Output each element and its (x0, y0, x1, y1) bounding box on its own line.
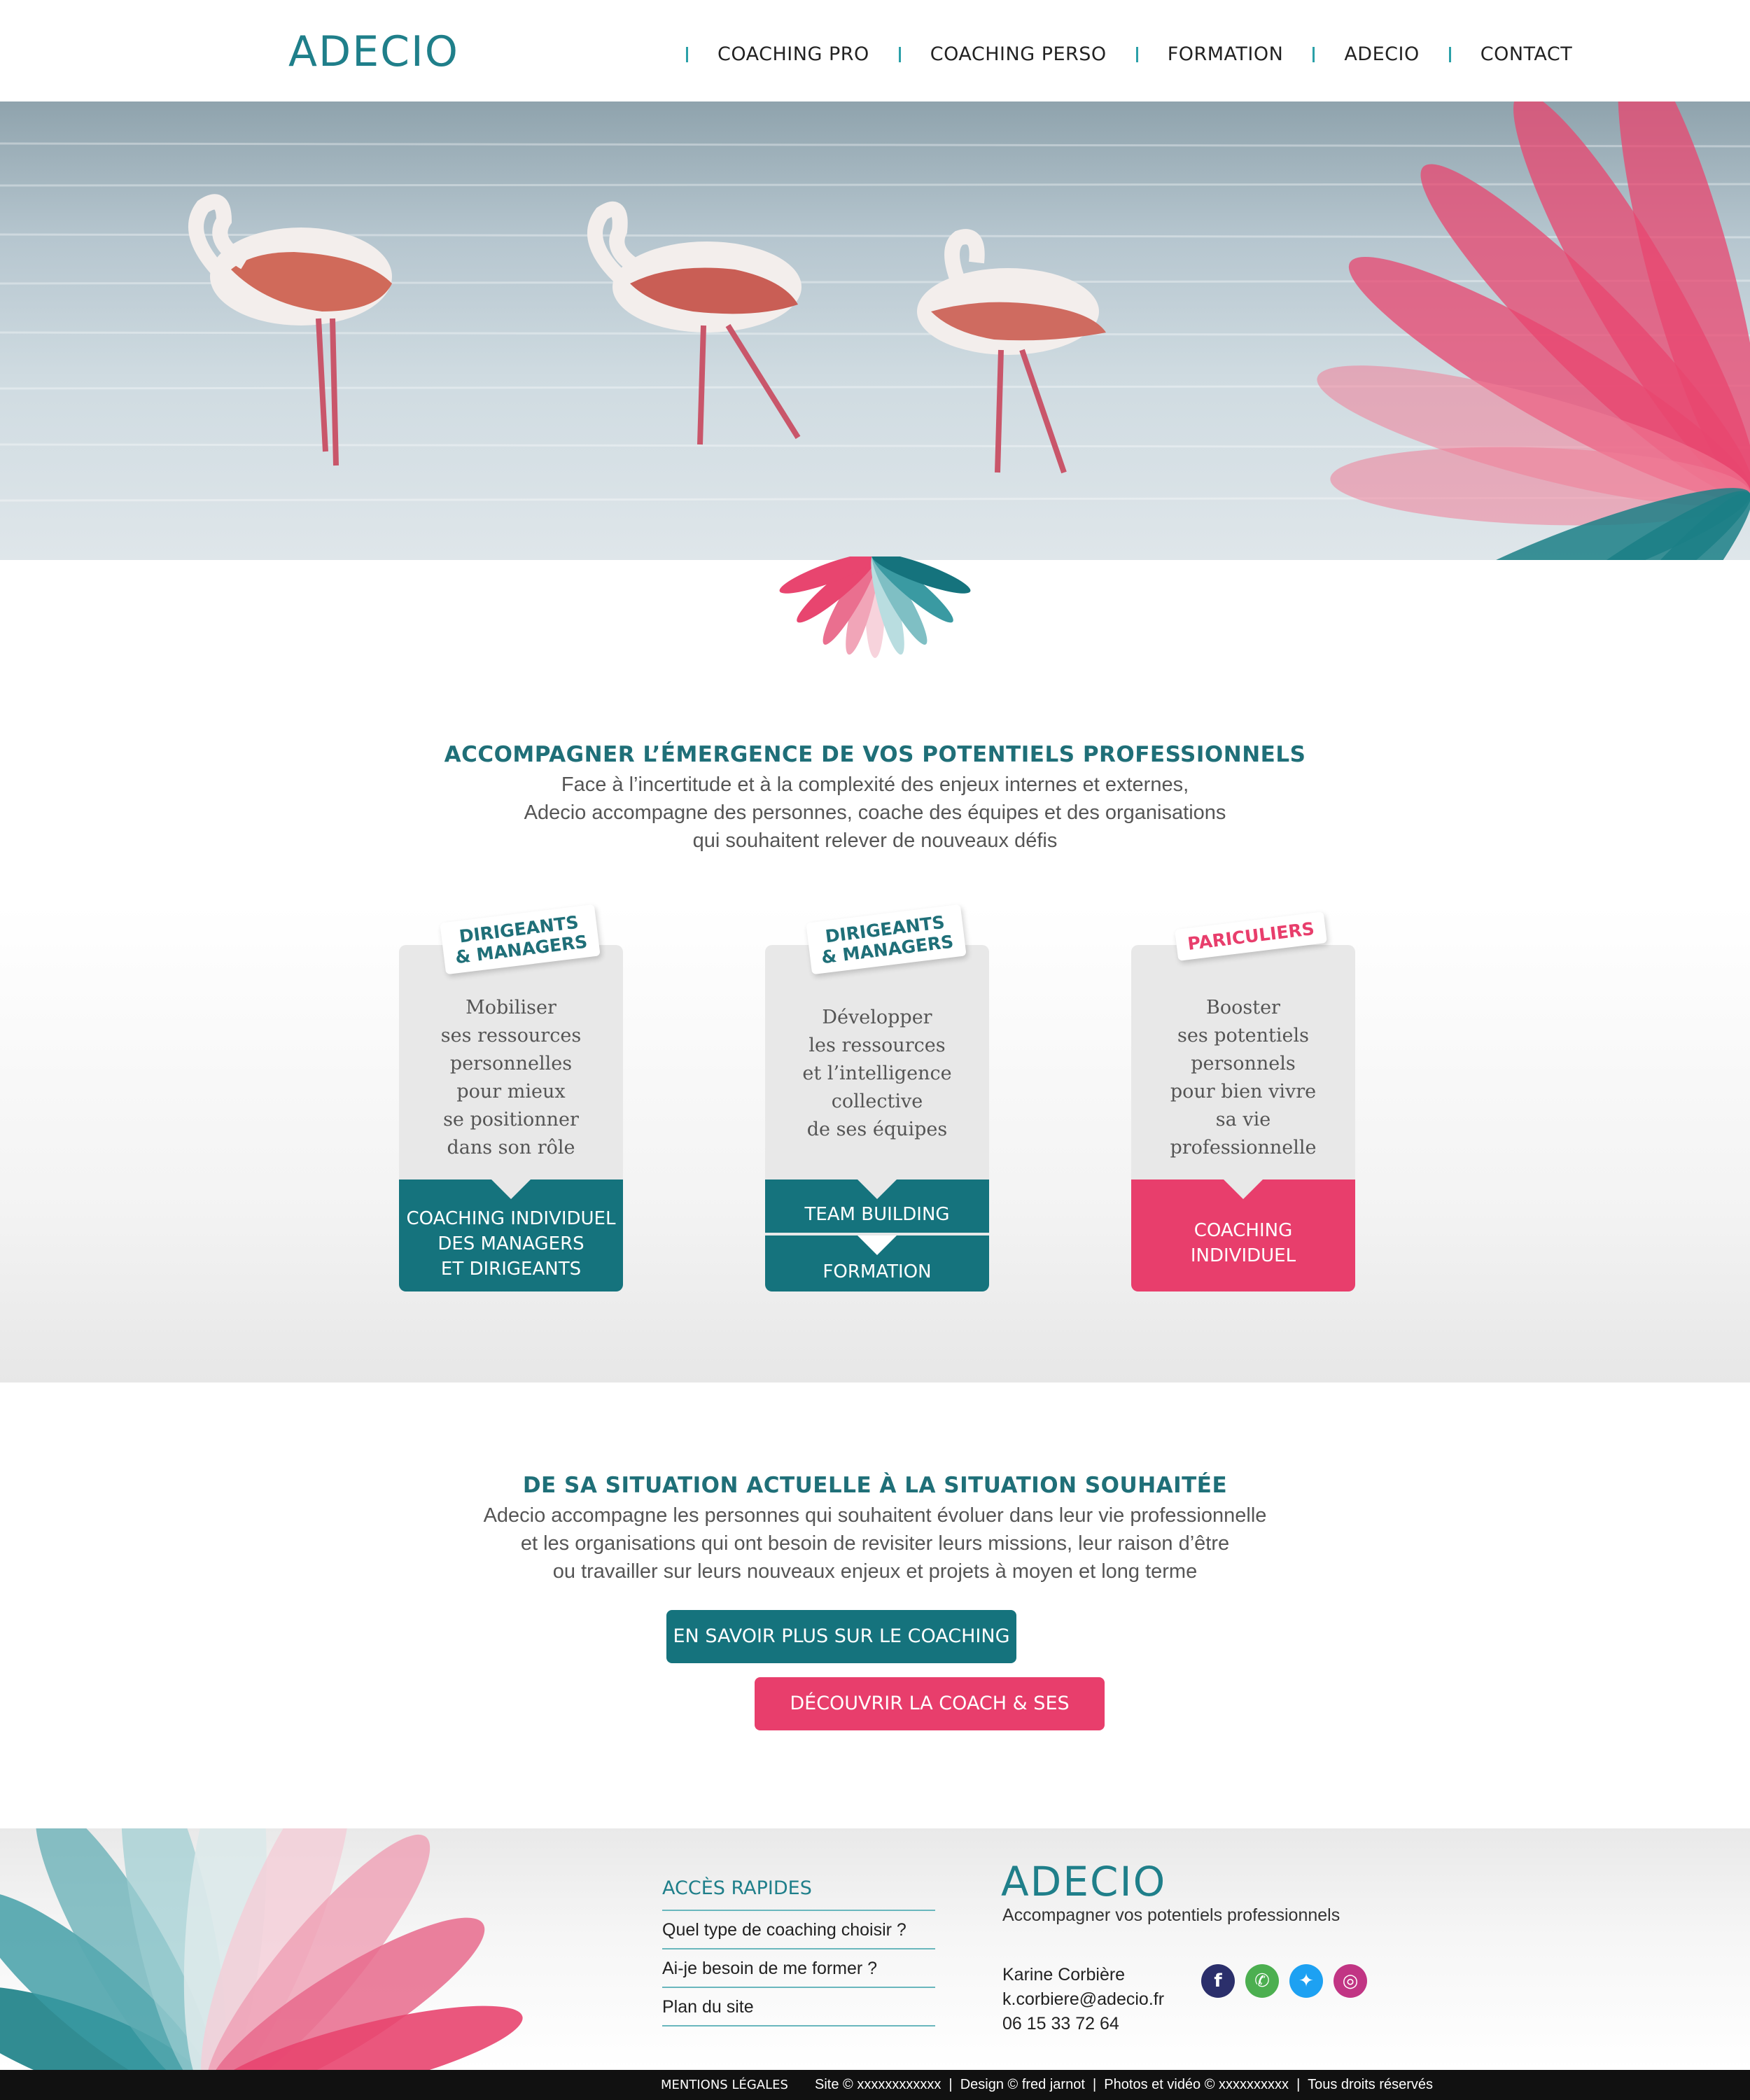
hero-image-flamingos (0, 102, 1750, 560)
nav-separator (1135, 46, 1138, 62)
nav-item-formation[interactable]: FORMATION (1107, 43, 1284, 65)
nav-label: COACHING PRO (718, 43, 869, 65)
card-description: Mobiliser ses ressources personnelles pour… (440, 997, 582, 1158)
service-card-particuliers[interactable]: Booster ses potentiels personnels pour bie… (1131, 945, 1355, 1292)
section-title-intro: ACCOMPAGNER L’ÉMERGENCE DE VOS POTENTIEL… (444, 742, 1306, 767)
decouvrir-coach-button[interactable]: DÉCOUVRIR LA COACH & SES VALEURS (755, 1677, 1105, 1768)
main-nav: COACHING PRO COACHING PERSO FORMATION AD… (686, 43, 1572, 65)
footer-logo[interactable]: ADECIO (1001, 1858, 1166, 1905)
team-building-button[interactable]: TEAM BUILDING (765, 1180, 989, 1233)
nav-label: FORMATION (1167, 43, 1284, 65)
nav-label: CONTACT (1480, 43, 1573, 65)
logo-text: ADECIO (288, 27, 459, 76)
coaching-individuel-button[interactable]: COACHING INDIVIDUEL (1131, 1180, 1355, 1292)
quick-link-coaching-type[interactable]: Quel type de coaching choisir ? (662, 1911, 935, 1949)
card-notch (858, 1236, 897, 1255)
situation-line-2: et les organisations qui ont besoin de r… (520, 1532, 1230, 1555)
logo[interactable]: ADECIO (288, 28, 459, 76)
contact-email[interactable]: k.corbiere@adecio.fr (1002, 1987, 1164, 2012)
credits-text: Site © xxxxxxxxxxxx | Design © fred jarn… (815, 2077, 1434, 2092)
flamingo-3 (917, 229, 1106, 474)
card-description: Booster ses potentiels personnels pour bie… (1170, 997, 1317, 1158)
footer-tagline: Accompagner vos potentiels professionnel… (1002, 1905, 1340, 1925)
nav-separator (1448, 46, 1451, 62)
quick-links-list: Quel type de coaching choisir ? Ai-je be… (662, 1910, 935, 2026)
nav-item-coaching-pro[interactable]: COACHING PRO (686, 43, 869, 65)
intro-line-1: Face à l’incertitude et à la complexité … (561, 774, 1189, 796)
nav-label: COACHING PERSO (930, 43, 1107, 65)
quick-links-title: ACCÈS RAPIDES (662, 1877, 812, 1899)
intro-line-3: qui souhaitent relever de nouveaux défis (692, 830, 1058, 852)
en-savoir-plus-coaching-button[interactable]: EN SAVOIR PLUS SUR LE COACHING (666, 1610, 1016, 1663)
card-notch (1224, 1180, 1263, 1199)
bottom-bar: MENTIONS LÉGALES Site © xxxxxxxxxxxx | D… (0, 2070, 1750, 2100)
footer-contact: Karine Corbière k.corbiere@adecio.fr 06 … (1002, 1963, 1164, 2036)
card-notch (858, 1180, 897, 1199)
nav-label: ADECIO (1344, 43, 1420, 65)
nav-separator (1312, 46, 1315, 62)
nav-item-coaching-perso[interactable]: COACHING PERSO (869, 43, 1107, 65)
twitter-icon[interactable]: ✦ (1289, 1964, 1323, 1998)
contact-phone[interactable]: 06 15 33 72 64 (1002, 2012, 1164, 2036)
contact-name: Karine Corbière (1002, 1965, 1126, 1984)
service-card-equipes[interactable]: Développer les ressources et l’intelligenc… (765, 945, 989, 1292)
coaching-individuel-managers-button[interactable]: COACHING INDIVIDUEL DES MANAGERS ET DIRIGE… (399, 1180, 623, 1292)
footer: ACCÈS RAPIDES Quel type de coaching choi… (0, 1828, 1750, 2070)
flamingo-2 (587, 201, 802, 445)
instagram-icon[interactable]: ◎ (1334, 1964, 1367, 1998)
nav-item-contact[interactable]: CONTACT (1420, 43, 1573, 65)
nav-item-adecio[interactable]: ADECIO (1283, 43, 1419, 65)
service-card-managers[interactable]: Mobiliser ses ressources personnelles pour… (399, 945, 623, 1292)
section-title-situation: DE SA SITUATION ACTUELLE À LA SITUATION … (522, 1473, 1228, 1498)
nav-separator (686, 46, 688, 62)
situation-line-1: Adecio accompagne les personnes qui souh… (483, 1504, 1267, 1527)
situation-line-3: ou travailler sur leurs nouveaux enjeux … (552, 1560, 1198, 1583)
hero-banner (0, 102, 1750, 560)
petal-fan-decoration (1317, 102, 1750, 560)
nav-separator (898, 46, 901, 62)
card-description: Développer les ressources et l’intelligenc… (802, 1007, 952, 1140)
card-notch (491, 1180, 531, 1199)
facebook-icon[interactable]: f (1201, 1964, 1235, 1998)
fan-divider-icon (779, 556, 971, 658)
quick-link-formation[interactable]: Ai-je besoin de me former ? (662, 1949, 935, 1988)
mentions-legales-link[interactable]: MENTIONS LÉGALES (661, 2070, 788, 2100)
header: ADECIO COACHING PRO COACHING PERSO FORMA… (0, 0, 1750, 102)
formation-button[interactable]: FORMATION (765, 1236, 989, 1292)
whatsapp-icon[interactable]: ✆ (1245, 1964, 1279, 1998)
quick-link-sitemap[interactable]: Plan du site (662, 1988, 935, 2026)
intro-line-2: Adecio accompagne des personnes, coache … (524, 802, 1226, 824)
footer-flower-decoration (0, 1828, 523, 2070)
